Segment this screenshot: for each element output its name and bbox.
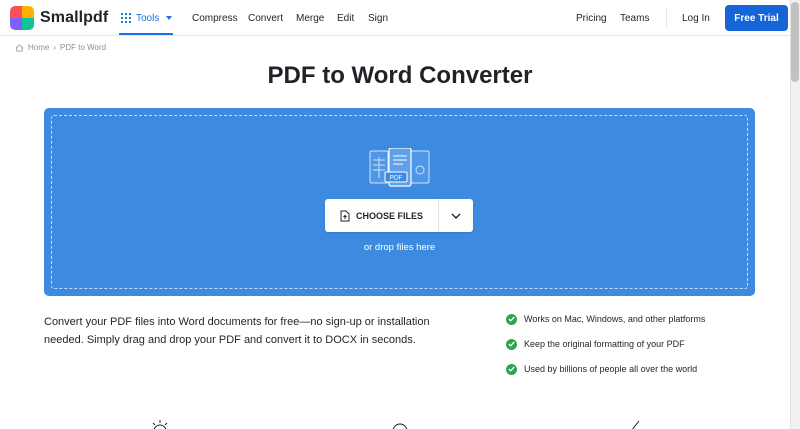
circle-icon xyxy=(392,423,408,429)
feature-text: Keep the original formatting of your PDF xyxy=(524,339,685,349)
tools-label: Tools xyxy=(136,12,160,24)
file-drop-zone[interactable]: PDF CHOOSE FILES or drop files here xyxy=(44,108,755,296)
nav-edit[interactable]: Edit xyxy=(337,13,354,24)
free-trial-button[interactable]: Free Trial xyxy=(725,5,788,31)
choose-files-label: CHOOSE FILES xyxy=(355,210,423,221)
breadcrumb-current: PDF to Word xyxy=(60,43,107,52)
smallpdf-logo-icon[interactable] xyxy=(10,6,34,30)
breadcrumb-separator-icon: › xyxy=(53,43,57,52)
page-title: PDF to Word Converter xyxy=(267,62,533,89)
nav-convert[interactable]: Convert xyxy=(248,13,283,24)
nav-sign[interactable]: Sign xyxy=(368,13,388,24)
tools-menu-button[interactable]: Tools xyxy=(121,0,173,36)
sun-icon xyxy=(152,420,168,429)
check-circle-icon xyxy=(506,363,517,375)
nav-merge[interactable]: Merge xyxy=(296,13,324,24)
feature-item: Keep the original formatting of your PDF xyxy=(506,338,705,350)
nav-compress[interactable]: Compress xyxy=(192,13,238,24)
drop-files-hint: or drop files here xyxy=(363,242,436,253)
apps-grid-icon xyxy=(121,13,131,23)
pen-icon xyxy=(631,420,640,429)
choose-files-dropdown-toggle[interactable] xyxy=(439,199,473,232)
feature-item: Works on Mac, Windows, and other platfor… xyxy=(506,313,705,325)
breadcrumb-home-link[interactable]: Home xyxy=(28,43,49,52)
top-navigation-bar: Smallpdf Tools Compress Convert Merge Ed… xyxy=(0,0,790,36)
check-circle-icon xyxy=(506,313,517,325)
files-illustration-icon: PDF xyxy=(369,148,430,187)
pdf-badge-text: PDF xyxy=(390,175,403,182)
file-upload-icon xyxy=(340,210,350,221)
feature-text: Works on Mac, Windows, and other platfor… xyxy=(524,314,706,324)
nav-teams[interactable]: Teams xyxy=(620,13,649,24)
feature-text: Used by billions of people all over the … xyxy=(524,364,698,374)
nav-pricing[interactable]: Pricing xyxy=(576,13,607,24)
login-link[interactable]: Log In xyxy=(682,13,710,24)
choose-files-button[interactable]: CHOOSE FILES xyxy=(325,199,439,232)
check-circle-icon xyxy=(506,338,517,350)
header-divider xyxy=(666,8,667,28)
home-icon xyxy=(15,43,24,52)
chevron-down-icon xyxy=(451,213,461,219)
caret-down-icon xyxy=(166,16,173,20)
tool-description: Convert your PDF files into Word documen… xyxy=(44,316,430,346)
brand-name[interactable]: Smallpdf xyxy=(40,9,108,27)
choose-files-button-group: CHOOSE FILES xyxy=(325,199,473,232)
feature-item: Used by billions of people all over the … xyxy=(506,363,705,375)
feature-list: Works on Mac, Windows, and other platfor… xyxy=(506,313,705,388)
breadcrumb: Home › PDF to Word xyxy=(15,43,106,52)
tools-active-indicator xyxy=(119,33,173,35)
